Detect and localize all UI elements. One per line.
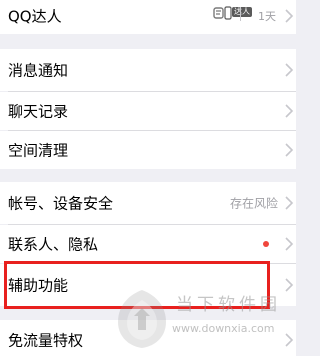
chevron-right-icon: [285, 9, 294, 23]
settings-item-storage-cleanup[interactable]: 空间清理: [0, 131, 296, 169]
chevron-right-icon: [285, 196, 294, 210]
chevron-right-icon: [285, 333, 294, 347]
settings-item-label: 联系人、隐私: [8, 235, 99, 254]
chevron-right-icon: [285, 63, 294, 77]
chevron-right-icon: [285, 237, 294, 251]
settings-item-label: 帐号、设备安全: [8, 194, 114, 213]
settings-item-account-security[interactable]: 帐号、设备安全 存在风险: [0, 182, 296, 224]
daren-days: 1天: [258, 10, 276, 23]
settings-item-label: 免流量特权: [8, 331, 84, 350]
settings-item-label: 空间清理: [8, 141, 69, 160]
header-separator: [240, 7, 241, 21]
notification-dot: [263, 241, 269, 247]
settings-item-notifications[interactable]: 消息通知: [0, 49, 296, 91]
chevron-right-icon: [285, 278, 294, 292]
daren-badge-label: 达人: [232, 7, 252, 17]
settings-item-contacts-privacy[interactable]: 联系人、隐私: [0, 225, 296, 263]
chevron-right-icon: [285, 143, 294, 157]
risk-status: 存在风险: [229, 196, 278, 211]
chevron-right-icon: [285, 104, 294, 118]
settings-item-chat-history[interactable]: 聊天记录: [0, 92, 296, 130]
settings-item-label: 消息通知: [8, 61, 69, 80]
watermark-title: 当下软件园: [176, 295, 281, 315]
settings-screen: QQ达人 达人 1天 消息通知 聊天记录 空间清理 帐号、设备安全 存在风险 联…: [0, 0, 296, 356]
qq-daren-row[interactable]: QQ达人 达人 1天: [0, 0, 296, 34]
qq-daren-label: QQ达人: [8, 7, 62, 26]
watermark-url: www.downxia.com: [172, 322, 275, 335]
watermark-logo-icon: [118, 290, 166, 348]
settings-item-label: 聊天记录: [8, 102, 69, 121]
